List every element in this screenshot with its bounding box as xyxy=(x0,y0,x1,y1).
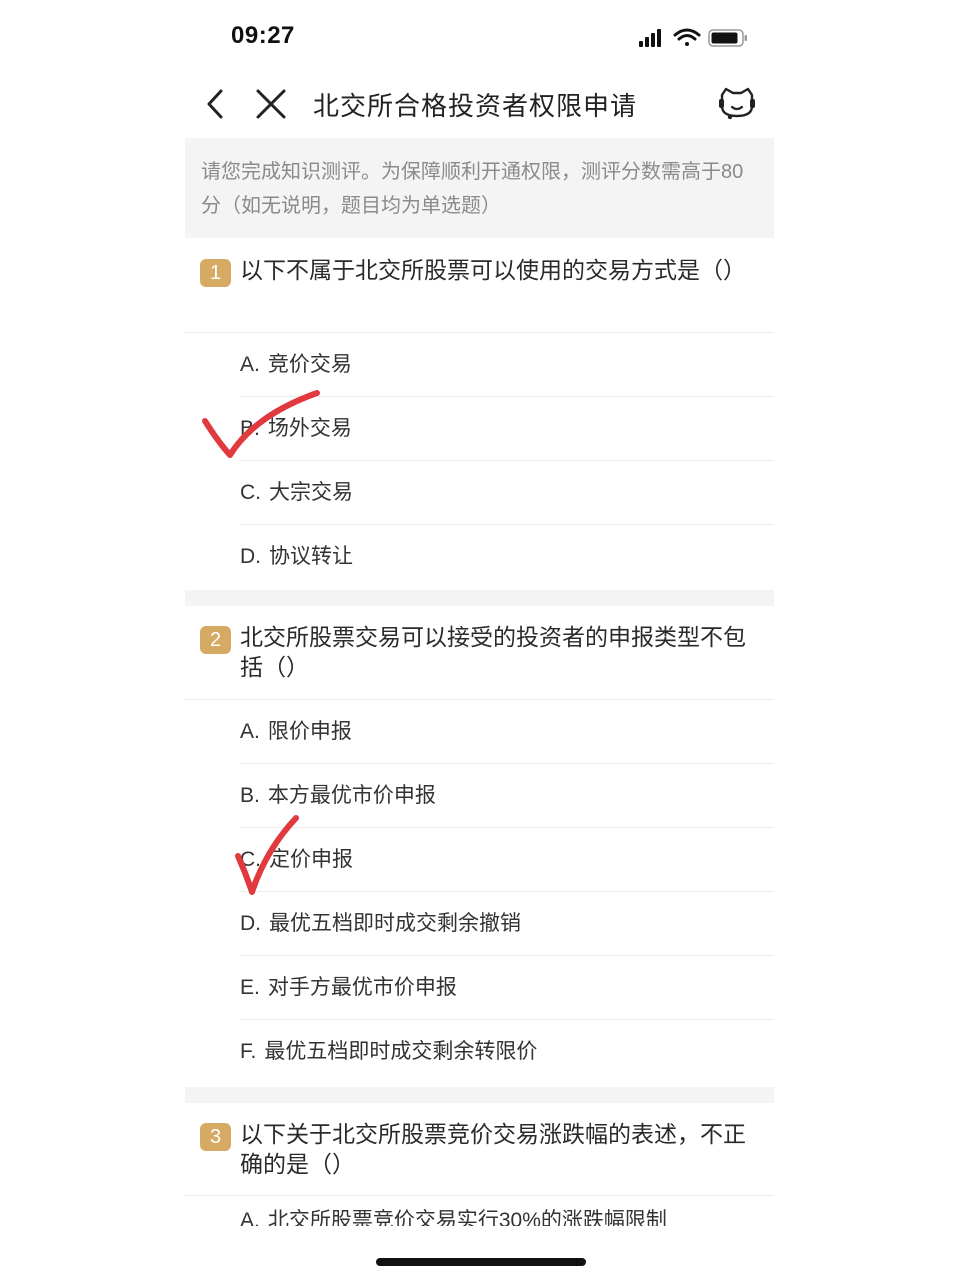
question-text: 以下不属于北交所股票可以使用的交易方式是（） xyxy=(240,257,746,283)
option-label: 定价申报 xyxy=(269,848,353,871)
page-title: 北交所合格投资者权限申请 xyxy=(313,91,638,121)
question-text: 以下关于北交所股票竞价交易涨跌幅的表述，不正确的是（） xyxy=(240,1121,746,1177)
close-button[interactable] xyxy=(251,84,291,124)
option-1-a[interactable]: A. 竞价交易 xyxy=(240,333,774,397)
option-3-a[interactable]: A. 北交所股票竞价交易实行30%的涨跌幅限制 xyxy=(240,1204,774,1226)
option-1-d[interactable]: D. 协议转让 xyxy=(240,525,774,589)
close-icon xyxy=(256,89,286,119)
question-number-badge: 2 xyxy=(200,626,231,654)
option-2-c[interactable]: C. 定价申报 xyxy=(240,828,774,892)
customer-service-button[interactable] xyxy=(717,86,757,122)
question-number-badge: 1 xyxy=(200,259,231,287)
customer-service-icon xyxy=(719,87,755,120)
option-label: 竞价交易 xyxy=(267,353,352,376)
question-text: 北交所股票交易可以接受的投资者的申报类型不包括（） xyxy=(240,624,746,680)
notice-banner: 请您完成知识测评。为保障顺利开通权限，测评分数需高于80分（如无说明，题目均为单… xyxy=(185,138,774,238)
option-label: 对手方最优市价申报 xyxy=(267,976,457,999)
question-3: 3 以下关于北交所股票竞价交易涨跌幅的表述，不正确的是（） xyxy=(185,1119,774,1195)
question-2: 2 北交所股票交易可以接受的投资者的申报类型不包括（） xyxy=(185,622,774,699)
battery-icon xyxy=(708,29,747,47)
section-separator xyxy=(185,1087,774,1103)
option-label: 本方最优市价申报 xyxy=(267,784,436,807)
app-screen: 09:27 北交所合格投资者权限申请 请您完成知识测评。为保障顺利开通权限，测评… xyxy=(185,0,774,1280)
option-label: 北交所股票竞价交易实行30%的涨跌幅限制 xyxy=(267,1209,667,1226)
question-number-badge: 3 xyxy=(200,1123,231,1151)
option-label: 协议转让 xyxy=(269,545,353,568)
chevron-left-icon xyxy=(207,89,223,119)
question-1: 1 以下不属于北交所股票可以使用的交易方式是（） xyxy=(185,255,774,332)
option-1-b[interactable]: B. 场外交易 xyxy=(240,397,774,461)
option-label: 限价申报 xyxy=(267,720,352,743)
wifi-icon xyxy=(673,28,701,46)
option-label: 最优五档即时成交剩余撤销 xyxy=(269,912,521,935)
option-2-d[interactable]: D. 最优五档即时成交剩余撤销 xyxy=(240,892,774,956)
option-2-e[interactable]: E. 对手方最优市价申报 xyxy=(240,956,774,1020)
option-label: 大宗交易 xyxy=(269,481,353,504)
option-1-c[interactable]: C. 大宗交易 xyxy=(240,461,774,525)
home-indicator[interactable] xyxy=(376,1258,586,1266)
option-2-b[interactable]: B. 本方最优市价申报 xyxy=(240,764,774,828)
status-icons xyxy=(639,26,749,50)
signal-icon xyxy=(639,29,661,47)
section-separator xyxy=(185,590,774,606)
option-2-a[interactable]: A. 限价申报 xyxy=(240,700,774,764)
option-label: 场外交易 xyxy=(267,417,352,440)
option-2-f[interactable]: F. 最优五档即时成交剩余转限价 xyxy=(240,1020,774,1084)
option-label: 最优五档即时成交剩余转限价 xyxy=(264,1040,538,1063)
status-time: 09:27 xyxy=(231,22,295,49)
divider xyxy=(185,1195,774,1196)
back-button[interactable] xyxy=(197,84,237,124)
